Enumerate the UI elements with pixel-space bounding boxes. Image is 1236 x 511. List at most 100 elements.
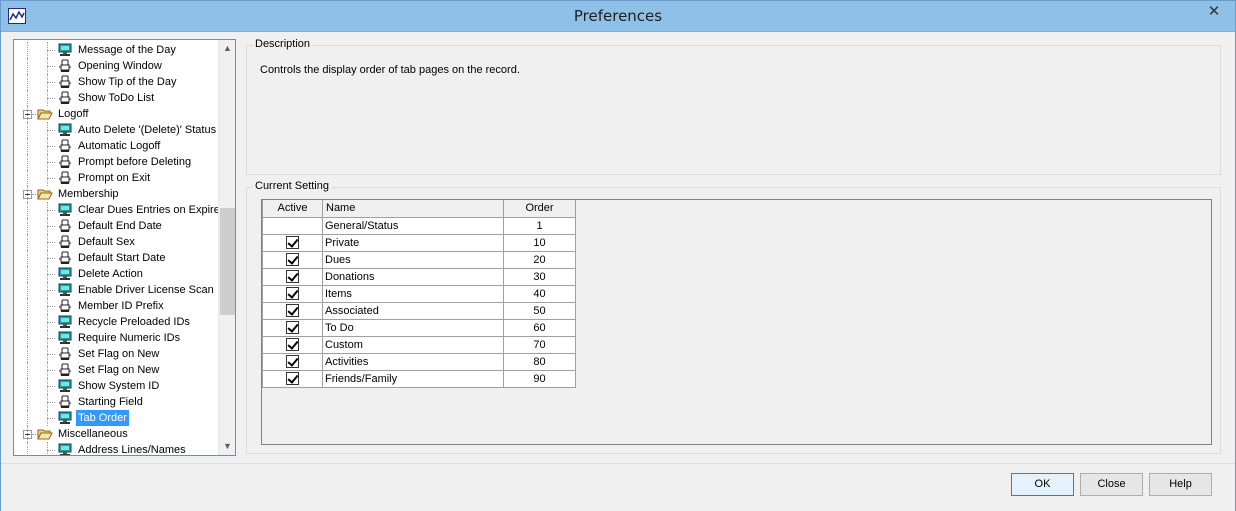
tree-item[interactable]: Require Numeric IDs xyxy=(14,330,219,346)
monitor-icon xyxy=(57,123,73,137)
name-cell[interactable]: To Do xyxy=(322,318,504,337)
grid-row[interactable]: Items 40 xyxy=(262,284,576,303)
order-cell[interactable]: 50 xyxy=(503,301,576,320)
tree-item[interactable]: Delete Action xyxy=(14,266,219,282)
name-cell[interactable]: Items xyxy=(322,284,504,303)
close-window-button[interactable]: ✕ xyxy=(1199,1,1229,23)
tree-connector xyxy=(47,370,55,371)
tree-item[interactable]: Recycle Preloaded IDs xyxy=(14,314,219,330)
grid-row[interactable]: Donations 30 xyxy=(262,267,576,286)
active-checkbox[interactable] xyxy=(286,304,299,317)
order-cell[interactable]: 1 xyxy=(503,216,576,235)
tree-connector xyxy=(27,234,28,250)
active-cell[interactable] xyxy=(262,284,323,303)
active-cell[interactable] xyxy=(262,233,323,252)
tree-folder-item[interactable]: Miscellaneous xyxy=(14,426,219,442)
tree-item[interactable]: Default Start Date xyxy=(14,250,219,266)
ok-button[interactable]: OK xyxy=(1011,473,1074,496)
tab-order-grid[interactable]: Active Name Order General/Status 1 Private… xyxy=(261,199,1212,445)
tree-connector xyxy=(27,410,28,426)
grid-row[interactable]: General/Status 1 xyxy=(262,216,576,235)
tree-item[interactable]: Show System ID xyxy=(14,378,219,394)
tree-item[interactable]: Default End Date xyxy=(14,218,219,234)
tree-folder-item[interactable]: Membership xyxy=(14,186,219,202)
tree-item[interactable]: Prompt on Exit xyxy=(14,170,219,186)
active-cell[interactable] xyxy=(262,267,323,286)
name-cell[interactable]: Custom xyxy=(322,335,504,354)
active-checkbox[interactable] xyxy=(286,270,299,283)
tree-item[interactable]: Set Flag on New xyxy=(14,346,219,362)
title-bar[interactable]: Preferences ✕ xyxy=(1,1,1235,32)
active-checkbox[interactable] xyxy=(286,253,299,266)
tree-item[interactable]: Automatic Logoff xyxy=(14,138,219,154)
tree-connector xyxy=(47,282,48,298)
tree-item[interactable]: Show Tip of the Day xyxy=(14,74,219,90)
active-cell[interactable] xyxy=(262,216,323,235)
order-cell[interactable]: 70 xyxy=(503,335,576,354)
name-cell[interactable]: Private xyxy=(322,233,504,252)
order-cell[interactable]: 90 xyxy=(503,369,576,388)
order-cell[interactable]: 20 xyxy=(503,250,576,269)
name-cell[interactable]: Associated xyxy=(322,301,504,320)
active-cell[interactable] xyxy=(262,250,323,269)
column-header-name[interactable]: Name xyxy=(322,200,504,218)
active-checkbox[interactable] xyxy=(286,355,299,368)
tree-item[interactable]: Message of the Day xyxy=(14,42,219,58)
tree-item[interactable]: Auto Delete '(Delete)' Status xyxy=(14,122,219,138)
active-cell[interactable] xyxy=(262,335,323,354)
name-cell[interactable]: Dues xyxy=(322,250,504,269)
order-cell[interactable]: 40 xyxy=(503,284,576,303)
tree-folder-item[interactable]: Logoff xyxy=(14,106,219,122)
name-cell[interactable]: Activities xyxy=(322,352,504,371)
scroll-thumb[interactable] xyxy=(220,208,235,315)
active-cell[interactable] xyxy=(262,318,323,337)
tree-item[interactable]: Show ToDo List xyxy=(14,90,219,106)
grid-row[interactable]: Dues 20 xyxy=(262,250,576,269)
tree-connector xyxy=(47,314,48,330)
tree-connector xyxy=(27,58,28,74)
tree-item[interactable]: Enable Driver License Scan xyxy=(14,282,219,298)
name-cell[interactable]: Friends/Family xyxy=(322,369,504,388)
person-icon xyxy=(57,235,73,249)
active-checkbox[interactable] xyxy=(286,321,299,334)
grid-row[interactable]: Private 10 xyxy=(262,233,576,252)
tree-scrollbar[interactable]: ▲ ▼ xyxy=(218,40,235,455)
tree-connector xyxy=(47,354,55,355)
help-button[interactable]: Help xyxy=(1149,473,1212,496)
grid-row[interactable]: Friends/Family 90 xyxy=(262,369,576,388)
active-cell[interactable] xyxy=(262,369,323,388)
active-checkbox[interactable] xyxy=(286,236,299,249)
tree-item[interactable]: Starting Field xyxy=(14,394,219,410)
active-cell[interactable] xyxy=(262,352,323,371)
scroll-down-arrow-icon[interactable]: ▼ xyxy=(219,438,235,455)
grid-row[interactable]: Associated 50 xyxy=(262,301,576,320)
active-cell[interactable] xyxy=(262,301,323,320)
tree-item[interactable]: Prompt before Deleting xyxy=(14,154,219,170)
tree-item[interactable]: Set Flag on New xyxy=(14,362,219,378)
grid-row[interactable]: Activities 80 xyxy=(262,352,576,371)
active-checkbox[interactable] xyxy=(286,372,299,385)
name-cell[interactable]: Donations xyxy=(322,267,504,286)
tree-item[interactable]: Tab Order xyxy=(14,410,219,426)
order-cell[interactable]: 80 xyxy=(503,352,576,371)
tree-item[interactable]: Member ID Prefix xyxy=(14,298,219,314)
tree-item[interactable]: Opening Window xyxy=(14,58,219,74)
tree-item[interactable]: Address Lines/Names xyxy=(14,442,219,455)
tree-item[interactable]: Default Sex xyxy=(14,234,219,250)
close-button[interactable]: Close xyxy=(1080,473,1143,496)
name-cell[interactable]: General/Status xyxy=(322,216,504,235)
column-header-order[interactable]: Order xyxy=(503,200,576,218)
order-cell[interactable]: 60 xyxy=(503,318,576,337)
tree-connector xyxy=(47,210,55,211)
grid-row[interactable]: To Do 60 xyxy=(262,318,576,337)
order-cell[interactable]: 30 xyxy=(503,267,576,286)
tree-item[interactable]: Clear Dues Entries on Expire xyxy=(14,202,220,218)
scroll-up-arrow-icon[interactable]: ▲ xyxy=(219,40,235,57)
tree-connector xyxy=(47,202,48,218)
preferences-tree[interactable]: Message of the Day Opening Window Show Tip… xyxy=(13,39,236,456)
column-header-active[interactable]: Active xyxy=(262,200,323,218)
active-checkbox[interactable] xyxy=(286,338,299,351)
active-checkbox[interactable] xyxy=(286,287,299,300)
grid-row[interactable]: Custom 70 xyxy=(262,335,576,354)
order-cell[interactable]: 10 xyxy=(503,233,576,252)
